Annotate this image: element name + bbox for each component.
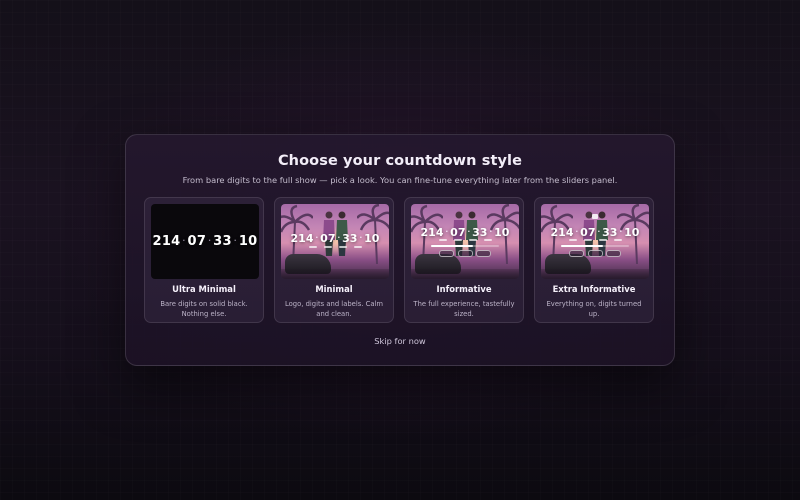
logo-mark bbox=[592, 214, 598, 219]
minutes-value: 33 bbox=[602, 226, 618, 239]
separator: · bbox=[619, 228, 623, 236]
separator: · bbox=[467, 228, 471, 236]
style-preview-extra-informative: 214 · 07 · 33 · 10 bbox=[541, 204, 649, 279]
minutes-value: 33 bbox=[472, 226, 488, 239]
days-value: 214 bbox=[550, 226, 574, 239]
progress-bar bbox=[561, 245, 629, 247]
seconds-value: 10 bbox=[238, 234, 258, 249]
days-value: 214 bbox=[290, 232, 314, 245]
style-preview-ultra-minimal: 214 · 07 · 33 · 10 bbox=[151, 204, 259, 279]
countdown-digits: 214 · 07 · 33 · 10 bbox=[411, 226, 519, 239]
minutes-value: 33 bbox=[342, 232, 358, 245]
style-card-extra-informative[interactable]: 214 · 07 · 33 · 10 Extra Informative Everythin… bbox=[534, 197, 654, 323]
style-preview-minimal: 214 · 07 · 33 · 10 bbox=[281, 204, 389, 279]
countdown-digits: 214 · 07 · 33 · 10 bbox=[541, 226, 649, 239]
unit-labels bbox=[305, 246, 365, 248]
separator: · bbox=[489, 228, 493, 236]
days-value: 214 bbox=[420, 226, 444, 239]
hours-value: 07 bbox=[187, 234, 207, 249]
unit-labels bbox=[565, 239, 625, 241]
style-picker-dialog: Choose your countdown style From bare di… bbox=[125, 134, 675, 366]
separator: · bbox=[208, 237, 212, 245]
style-card-title: Extra Informative bbox=[552, 284, 636, 294]
seconds-value: 10 bbox=[364, 232, 380, 245]
separator: · bbox=[575, 228, 579, 236]
dialog-title: Choose your countdown style bbox=[277, 153, 523, 169]
ground-shade bbox=[411, 269, 519, 279]
progress-bar bbox=[431, 245, 499, 247]
ground-shade bbox=[281, 269, 389, 279]
style-card-description: Bare digits on solid black. Nothing else… bbox=[160, 300, 248, 318]
info-pills bbox=[439, 250, 491, 257]
style-card-title: Informative bbox=[436, 284, 492, 294]
seconds-value: 10 bbox=[624, 226, 640, 239]
style-card-title: Ultra Minimal bbox=[172, 284, 236, 294]
hours-value: 07 bbox=[320, 232, 336, 245]
separator: · bbox=[445, 228, 449, 236]
style-card-description: Everything on, digits turned up. bbox=[546, 300, 642, 318]
separator: · bbox=[597, 228, 601, 236]
dialog-subtitle: From bare digits to the full show — pick… bbox=[182, 175, 618, 185]
seconds-value: 10 bbox=[494, 226, 510, 239]
separator: · bbox=[315, 234, 319, 242]
hours-value: 07 bbox=[580, 226, 596, 239]
style-card-minimal[interactable]: 214 · 07 · 33 · 10 Minimal Logo, digits and la… bbox=[274, 197, 394, 323]
style-card-title: Minimal bbox=[315, 284, 353, 294]
separator: · bbox=[233, 237, 237, 245]
days-value: 214 bbox=[152, 234, 181, 249]
style-preview-informative: 214 · 07 · 33 · 10 bbox=[411, 204, 519, 279]
info-pills bbox=[569, 250, 621, 257]
countdown-digits: 214 · 07 · 33 · 10 bbox=[281, 232, 389, 245]
style-card-ultra-minimal[interactable]: 214 · 07 · 33 · 10 Ultra Minimal Bare digits o… bbox=[144, 197, 264, 323]
separator: · bbox=[337, 234, 341, 242]
countdown-digits: 214 · 07 · 33 · 10 bbox=[151, 234, 259, 249]
style-card-informative[interactable]: 214 · 07 · 33 · 10 Informative The full experi… bbox=[404, 197, 524, 323]
separator: · bbox=[182, 237, 186, 245]
minutes-value: 33 bbox=[213, 234, 232, 249]
hours-value: 07 bbox=[450, 226, 466, 239]
separator: · bbox=[359, 234, 363, 242]
style-card-description: The full experience, tastefully sized. bbox=[413, 300, 515, 318]
skip-button[interactable]: Skip for now bbox=[126, 336, 674, 346]
style-card-description: Logo, digits and labels. Calm and clean. bbox=[284, 300, 384, 318]
unit-labels bbox=[435, 239, 495, 241]
ground-shade bbox=[541, 269, 649, 279]
